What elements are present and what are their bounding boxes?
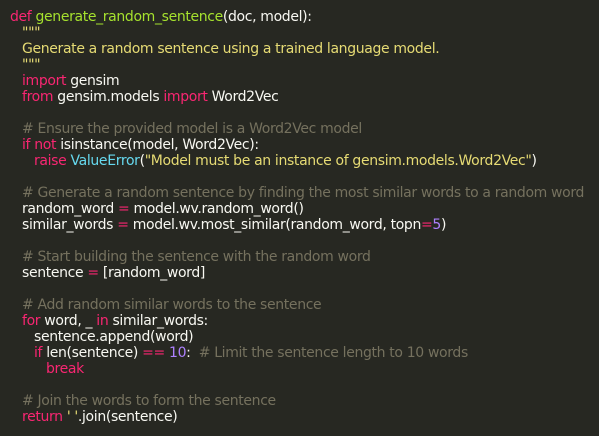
- code-text: gensim.models: [53, 89, 164, 105]
- code-line-1: def generate_random_sentence(doc, model)…: [10, 9, 599, 25]
- code-line-4: """: [22, 57, 41, 73]
- code-line-16: # Start building the sentence with the r…: [22, 249, 371, 265]
- operator: =: [421, 217, 433, 233]
- code-text: ): [440, 217, 447, 233]
- keyword: if: [34, 345, 43, 361]
- code-line-9: if not isinstance(model, Word2Vec):: [10, 137, 599, 153]
- code-line-19: # Add random similar words to the senten…: [22, 297, 322, 313]
- code-text: isinstance(model, Word2Vec):: [56, 137, 259, 153]
- code-text: sentence: [22, 265, 84, 281]
- keyword: in: [96, 313, 109, 329]
- inline-comment: # Limit the sentence length to 10 words: [198, 345, 469, 361]
- function-args: (doc, model):: [222, 9, 312, 25]
- operator: =: [117, 201, 130, 217]
- code-text: [random_word]: [98, 265, 205, 281]
- code-line-23: break: [46, 361, 84, 377]
- keyword: import: [22, 73, 67, 89]
- code-line-20: for word, _ in similar_words:: [10, 313, 599, 329]
- code-line-6: from gensim.models import Word2Vec: [10, 89, 599, 105]
- code-line-21: sentence.append(word): [34, 329, 194, 345]
- code-line-17: sentence = [random_word]: [10, 265, 599, 281]
- code-text: :: [186, 345, 199, 361]
- keyword: raise: [34, 153, 67, 169]
- code-line-8: # Ensure the provided model is a Word2Ve…: [22, 121, 362, 137]
- keyword: if: [22, 137, 31, 153]
- function-name: generate_random_sentence: [35, 9, 224, 25]
- code-line-26: return ' '.join(sentence): [10, 409, 599, 425]
- keyword: not: [34, 137, 57, 153]
- code-line-5: import gensim: [10, 73, 599, 89]
- code-text: len(sentence): [42, 345, 143, 361]
- code-text: .join(sentence): [77, 409, 178, 425]
- code-editor[interactable]: def generate_random_sentence(doc, model)…: [0, 0, 599, 436]
- code-line-12: # Generate a random sentence by finding …: [22, 185, 585, 201]
- code-text: Word2Vec: [207, 89, 279, 105]
- code-text: word, _: [40, 313, 97, 329]
- operator: =: [87, 265, 99, 281]
- number-literal: 10: [169, 345, 187, 361]
- code-line-13: random_word = model.wv.random_word(): [10, 201, 599, 217]
- string-literal: "Model must be an instance of gensim.mod…: [144, 153, 532, 169]
- operator: ==: [142, 345, 165, 361]
- code-line-25: # Join the words to form the sentence: [22, 393, 276, 409]
- keyword: for: [22, 313, 41, 329]
- code-text: gensim: [66, 73, 120, 89]
- code-line-3: Generate a random sentence using a train…: [22, 41, 440, 57]
- code-text: model.wv.random_word(): [129, 201, 304, 217]
- code-line-14: similar_words = model.wv.most_similar(ra…: [10, 217, 599, 233]
- operator: =: [117, 217, 129, 233]
- exception-name: ValueError: [70, 153, 140, 169]
- code-line-2: """: [22, 25, 41, 41]
- code-text: random_word: [22, 201, 114, 217]
- code-line-22: if len(sentence) == 10: # Limit the sent…: [10, 345, 599, 361]
- keyword: return: [22, 409, 63, 425]
- code-text: similar_words: [22, 217, 114, 233]
- code-text: model.wv.most_similar(random_word, topn: [128, 217, 422, 233]
- keyword: def: [10, 9, 32, 25]
- code-line-10: raise ValueError("Model must be an insta…: [10, 153, 599, 169]
- code-text: ): [531, 153, 537, 169]
- keyword: from: [22, 89, 54, 105]
- string-literal: ' ': [62, 409, 78, 425]
- keyword: import: [163, 89, 208, 105]
- code-text: similar_words:: [108, 313, 208, 329]
- number-literal: 5: [432, 217, 441, 233]
